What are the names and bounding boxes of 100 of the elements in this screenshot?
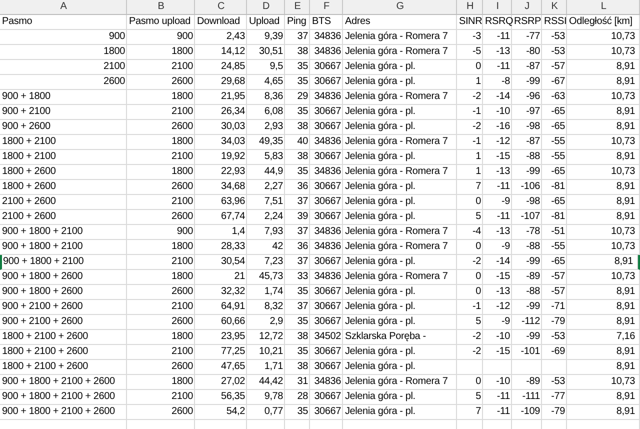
column-letter[interactable]: C [195, 0, 247, 14]
table-row[interactable]: 900 + 1800 + 2100 900 1,4 7,93 37 34836 Jelenia góra - Romera 7 -4 -13 -78 -51 10,73 [0, 225, 640, 240]
table-cell: 67,74 [195, 210, 247, 224]
table-cell: 1,4 [195, 225, 247, 239]
table-cell: -10 [483, 375, 512, 389]
table-row[interactable]: 900 + 2600 2600 30,03 2,93 38 30667 Jelenia góra - pl. -2 -16 -98 -65 8,91 [0, 120, 640, 135]
table-cell: 2100 [127, 195, 195, 209]
table-cell: 8,91 [567, 255, 638, 269]
table-cell: -14 [483, 255, 512, 269]
column-letter[interactable]: E [285, 0, 310, 14]
table-cell: 38 [285, 120, 310, 134]
table-cell: 8,91 [567, 150, 640, 164]
table-row[interactable]: 2100 + 2600 2100 63,96 7,51 37 30667 Jelenia góra - pl. 0 -9 -98 -65 8,91 [0, 195, 640, 210]
table-cell: 36 [285, 240, 310, 254]
table-cell: 19,92 [195, 150, 247, 164]
table-row[interactable]: 1800 + 2100 1800 34,03 49,35 40 34836 Jelenia góra - Romera 7 -1 -12 -87 -55 10,73 [0, 135, 640, 150]
column-letter[interactable]: K [542, 0, 567, 14]
table-cell: -1 [457, 300, 483, 314]
table-cell: 900 + 1800 + 2600 [0, 270, 127, 284]
table-cell: Jelenia góra - pl. [343, 195, 457, 209]
table-cell: 2600 [127, 405, 195, 419]
table-row[interactable]: 1800 + 2100 + 2600 2100 77,25 10,21 35 30667 Jelenia góra - pl. -2 -15 -101 -69 8,91 [0, 345, 640, 360]
column-letter[interactable]: I [483, 0, 512, 14]
table-row[interactable]: 1800 + 2100 + 2600 2600 47,65 1,71 38 30667 Jelenia góra - pl. 8,91 [0, 360, 640, 375]
table-cell: 2100 [127, 300, 195, 314]
column-letter[interactable]: H [457, 0, 483, 14]
table-cell: 10,73 [567, 240, 640, 254]
table-cell: 38 [285, 360, 310, 374]
table-cell: 2600 [127, 120, 195, 134]
table-row[interactable]: 900 + 1800 + 2600 2600 32,32 1,74 35 30667 Jelenia góra - pl. 0 -13 -88 -57 8,91 [0, 285, 640, 300]
table-row[interactable]: 900 + 1800 + 2600 1800 21 45,73 33 34836 Jelenia góra - Romera 7 0 -15 -89 -57 10,73 [0, 270, 640, 285]
table-cell: Jelenia góra - Romera 7 [343, 90, 457, 104]
table-cell: 44,42 [247, 375, 285, 389]
table-cell: 34,68 [195, 180, 247, 194]
table-cell: -11 [483, 30, 512, 44]
table-cell: 7 [457, 405, 483, 419]
table-cell: -15 [483, 150, 512, 164]
table-cell: 6,08 [247, 105, 285, 119]
table-cell: 30,03 [195, 120, 247, 134]
table-cell: 900 + 2600 [0, 120, 127, 134]
table-row[interactable]: 900 + 1800 + 2100 2100 30,54 7,23 37 30667 Jelenia góra - pl. -2 -14 -99 -65 8,91 [0, 255, 640, 270]
table-cell: -101 [512, 345, 542, 359]
table-cell: 1800 [127, 90, 195, 104]
table-cell: -53 [542, 45, 567, 59]
table-cell: Jelenia góra - Romera 7 [343, 375, 457, 389]
table-row[interactable]: 1800 + 2100 + 2600 1800 23,95 12,72 38 34502 Szklarska Poręba - -2 -10 -99 -53 7,16 [0, 330, 640, 345]
column-letter[interactable]: G [343, 0, 457, 14]
table-cell: 1800 + 2600 [0, 165, 127, 179]
table-cell: -89 [512, 375, 542, 389]
table-cell: 30667 [310, 285, 343, 299]
table-row[interactable]: 1800 + 2600 2600 34,68 2,27 36 30667 Jelenia góra - pl. 7 -11 -106 -81 8,91 [0, 180, 640, 195]
table-cell: 35 [285, 165, 310, 179]
table-cell: 9,78 [247, 390, 285, 404]
table-row[interactable]: 900 + 1800 + 2100 + 2600 2600 54,2 0,77 35 30667 Jelenia góra - pl. 7 -11 -109 -79 8,91 [0, 405, 640, 420]
table-cell: -99 [512, 255, 542, 269]
column-letter[interactable]: A [0, 0, 127, 14]
table-cell: 40 [285, 135, 310, 149]
table-cell: 1800 [0, 45, 127, 59]
column-letter[interactable]: L [567, 0, 640, 14]
table-cell: 1,74 [247, 285, 285, 299]
table-row[interactable]: 2100 2100 24,85 9,5 35 30667 Jelenia góra - pl. 0 -11 -87 -57 8,91 [0, 60, 640, 75]
table-cell: 30667 [310, 195, 343, 209]
table-row[interactable]: 900 + 2100 2100 26,34 6,08 35 30667 Jelenia góra - pl. -1 -10 -97 -65 8,91 [0, 105, 640, 120]
column-letter[interactable]: B [127, 0, 195, 14]
table-cell: Jelenia góra - pl. [343, 300, 457, 314]
table-cell: 8,36 [247, 90, 285, 104]
column-letter[interactable]: F [310, 0, 343, 14]
table-cell: -81 [542, 180, 567, 194]
table-cell: 35 [285, 60, 310, 74]
table-cell: 8,91 [567, 315, 640, 329]
table-cell: 63,96 [195, 195, 247, 209]
table-cell: 10,73 [567, 135, 640, 149]
table-cell: -88 [512, 285, 542, 299]
table-row[interactable]: 900 + 1800 + 2100 1800 28,33 42 36 34836 Jelenia góra - Romera 7 0 -9 -88 -55 10,73 [0, 240, 640, 255]
table-row[interactable]: 900 + 1800 1800 21,95 8,36 29 34836 Jelenia góra - Romera 7 -2 -14 -96 -63 10,73 [0, 90, 640, 105]
table-row[interactable]: 1800 + 2100 2100 19,92 5,83 38 30667 Jelenia góra - pl. 1 -15 -88 -55 8,91 [0, 150, 640, 165]
table-cell: 7,51 [247, 195, 285, 209]
table-row[interactable]: 900 + 1800 + 2100 + 2600 1800 27,02 44,42 31 34836 Jelenia góra - Romera 7 0 -10 -89 -53 10,73 [0, 375, 640, 390]
column-letter[interactable]: D [247, 0, 285, 14]
table-cell: 9,5 [247, 60, 285, 74]
column-header: SINR [457, 15, 483, 29]
table-row[interactable]: 900 + 1800 + 2100 + 2600 2100 56,35 9,78 28 30667 Jelenia góra - pl. 5 -11 -111 -77 8,91 [0, 390, 640, 405]
table-cell: 34836 [310, 240, 343, 254]
table-row[interactable]: 2600 2600 29,68 4,65 35 30667 Jelenia góra - pl. 1 -8 -99 -67 8,91 [0, 75, 640, 90]
table-cell: -2 [457, 90, 483, 104]
table-cell: -77 [512, 30, 542, 44]
table-cell: 1,71 [247, 360, 285, 374]
table-cell: 34836 [310, 270, 343, 284]
table-cell: 35 [285, 315, 310, 329]
table-row[interactable]: 900 + 2100 + 2600 2600 60,66 2,9 35 30667 Jelenia góra - pl. 5 -9 -112 -79 8,91 [0, 315, 640, 330]
table-cell: 2600 [127, 315, 195, 329]
table-row[interactable]: 1800 + 2600 1800 22,93 44,9 35 34836 Jelenia góra - Romera 7 1 -13 -99 -65 10,73 [0, 165, 640, 180]
column-letter[interactable]: J [512, 0, 542, 14]
table-row[interactable]: 900 + 2100 + 2600 2100 64,91 8,32 37 30667 Jelenia góra - pl. -1 -12 -99 -71 8,91 [0, 300, 640, 315]
table-row[interactable]: 900 900 2,43 9,39 37 34836 Jelenia góra - Romera 7 -3 -11 -77 -53 10,73 [0, 30, 640, 45]
table-row[interactable]: 1800 1800 14,12 30,51 38 34836 Jelenia góra - Romera 7 -5 -13 -80 -53 10,73 [0, 45, 640, 60]
table-cell: 38 [285, 45, 310, 59]
table-row[interactable]: 2100 + 2600 2600 67,74 2,24 39 30667 Jelenia góra - pl. 5 -11 -107 -81 8,91 [0, 210, 640, 225]
table-cell: -97 [512, 105, 542, 119]
table-cell: 44,9 [247, 165, 285, 179]
